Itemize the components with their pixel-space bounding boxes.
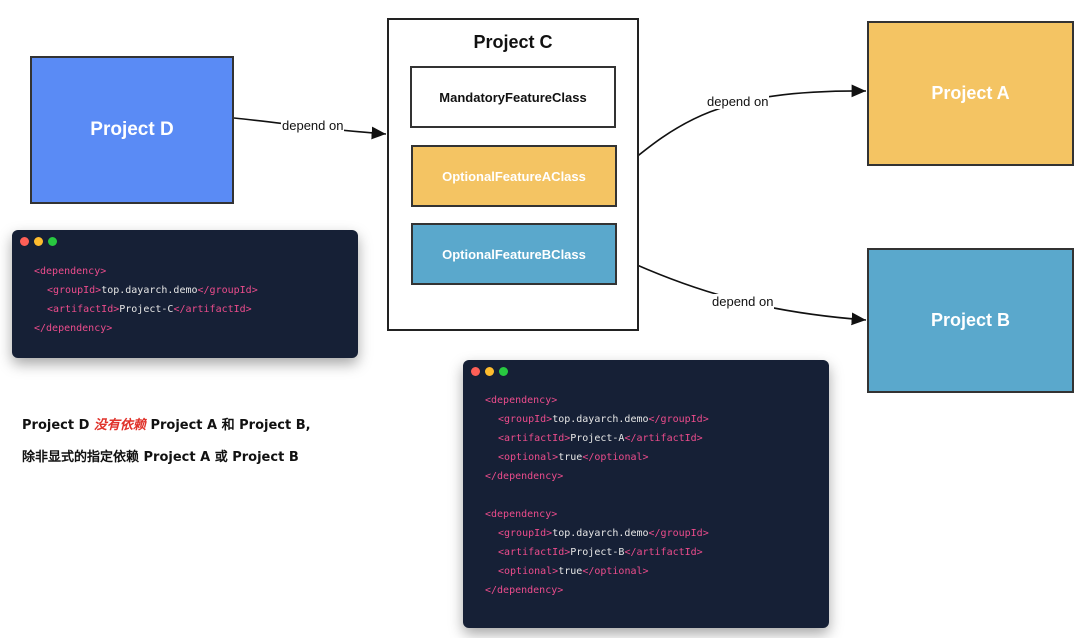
minimize-dot-icon bbox=[485, 367, 494, 376]
code-open-tag: <artifactId> bbox=[498, 547, 571, 558]
code-line: <groupId>top.dayarch.demo</groupId> bbox=[485, 524, 709, 543]
code-line: <dependency> bbox=[485, 391, 709, 410]
code-open-tag: <optional> bbox=[498, 452, 559, 463]
code-open-tag: <dependency> bbox=[34, 266, 107, 277]
edge-label-d-to-c: depend on bbox=[281, 118, 345, 133]
window-controls bbox=[20, 237, 57, 246]
code-open-tag: <groupId> bbox=[498, 414, 553, 425]
project-a-node: Project A bbox=[867, 21, 1074, 166]
code-open-tag: </dependency> bbox=[485, 585, 564, 596]
maximize-dot-icon bbox=[48, 237, 57, 246]
project-b-label: Project B bbox=[930, 310, 1011, 330]
close-dot-icon bbox=[471, 367, 480, 376]
code-lines: <dependency> <groupId>top.dayarch.demo</g… bbox=[485, 391, 709, 600]
code-close-tag: </artifactId> bbox=[173, 304, 252, 315]
edge-label-a-class-to-a: depend on bbox=[706, 94, 770, 109]
code-value: Project-A bbox=[570, 433, 625, 444]
code-line: <optional>true</optional> bbox=[485, 562, 709, 581]
maximize-dot-icon bbox=[499, 367, 508, 376]
code-close-tag: </groupId> bbox=[197, 285, 258, 296]
code-close-tag: </optional> bbox=[582, 452, 649, 463]
optional-feature-b-class-node: OptionalFeatureBClass bbox=[411, 223, 617, 285]
edge-label-b-class-to-b: depend on bbox=[711, 294, 775, 309]
code-line: <artifactId>Project-B</artifactId> bbox=[485, 543, 709, 562]
code-open-tag: <optional> bbox=[498, 566, 559, 577]
code-line: <groupId>top.dayarch.demo</groupId> bbox=[485, 410, 709, 429]
code-value: Project-B bbox=[570, 547, 625, 558]
code-close-tag: </optional> bbox=[582, 566, 649, 577]
project-d-node: Project D bbox=[30, 56, 234, 204]
code-close-tag: </groupId> bbox=[648, 528, 709, 539]
code-window-project-c: <dependency> <groupId>top.dayarch.demo</g… bbox=[12, 230, 358, 358]
mandatory-feature-class-node: MandatoryFeatureClass bbox=[410, 66, 616, 128]
code-line: <dependency> bbox=[485, 505, 709, 524]
project-d-label: Project D bbox=[90, 119, 174, 140]
code-open-tag: <artifactId> bbox=[498, 433, 571, 444]
code-open-tag: <artifactId> bbox=[47, 304, 120, 315]
close-dot-icon bbox=[20, 237, 29, 246]
code-value: top.dayarch.demo bbox=[101, 285, 198, 296]
code-close-tag: </groupId> bbox=[648, 414, 709, 425]
code-open-tag: <groupId> bbox=[47, 285, 102, 296]
code-line: </dependency> bbox=[485, 581, 709, 600]
code-line: </dependency> bbox=[485, 467, 709, 486]
code-line: <artifactId>Project-C</artifactId> bbox=[34, 300, 258, 319]
code-value: true bbox=[558, 566, 583, 577]
code-open-tag: </dependency> bbox=[34, 323, 113, 334]
code-close-tag: </artifactId> bbox=[624, 433, 703, 444]
project-b-node: Project B bbox=[867, 248, 1074, 393]
optional-feature-a-class-node: OptionalFeatureAClass bbox=[411, 145, 617, 207]
optional-feature-a-class-label: OptionalFeatureAClass bbox=[442, 168, 586, 184]
code-open-tag: </dependency> bbox=[485, 471, 564, 482]
code-close-tag: </artifactId> bbox=[624, 547, 703, 558]
code-lines: <dependency> <groupId>top.dayarch.demo</g… bbox=[34, 262, 258, 338]
code-line: <dependency> bbox=[34, 262, 258, 281]
code-open-tag: <dependency> bbox=[485, 395, 558, 406]
edge-optional-b-to-project-b bbox=[616, 255, 867, 326]
code-line: <optional>true</optional> bbox=[485, 448, 709, 467]
code-value: Project-C bbox=[119, 304, 174, 315]
code-line: <artifactId>Project-A</artifactId> bbox=[485, 429, 709, 448]
code-value: top.dayarch.demo bbox=[552, 528, 649, 539]
code-line: </dependency> bbox=[34, 319, 258, 338]
code-value: true bbox=[558, 452, 583, 463]
note-line-1-emphasis: 没有依赖 bbox=[93, 418, 146, 433]
code-open-tag: <groupId> bbox=[498, 528, 553, 539]
code-value: top.dayarch.demo bbox=[552, 414, 649, 425]
project-c-label: Project C bbox=[473, 32, 553, 52]
mandatory-feature-class-label: MandatoryFeatureClass bbox=[439, 89, 587, 105]
note-line-1-suffix: Project A 和 Project B, bbox=[145, 418, 311, 433]
code-open-tag: <dependency> bbox=[485, 509, 558, 520]
window-controls bbox=[471, 367, 508, 376]
optional-feature-b-class-label: OptionalFeatureBClass bbox=[442, 246, 586, 262]
note-line-1-prefix: Project D bbox=[22, 418, 94, 433]
code-window-project-a-b: <dependency> <groupId>top.dayarch.demo</g… bbox=[463, 360, 829, 628]
note-line-1: Project D 没有依赖 Project A 和 Project B, bbox=[22, 414, 311, 433]
minimize-dot-icon bbox=[34, 237, 43, 246]
code-line: <groupId>top.dayarch.demo</groupId> bbox=[34, 281, 258, 300]
note-line-2: 除非显式的指定依赖 Project A 或 Project B bbox=[22, 450, 299, 465]
project-a-label: Project A bbox=[931, 83, 1010, 103]
